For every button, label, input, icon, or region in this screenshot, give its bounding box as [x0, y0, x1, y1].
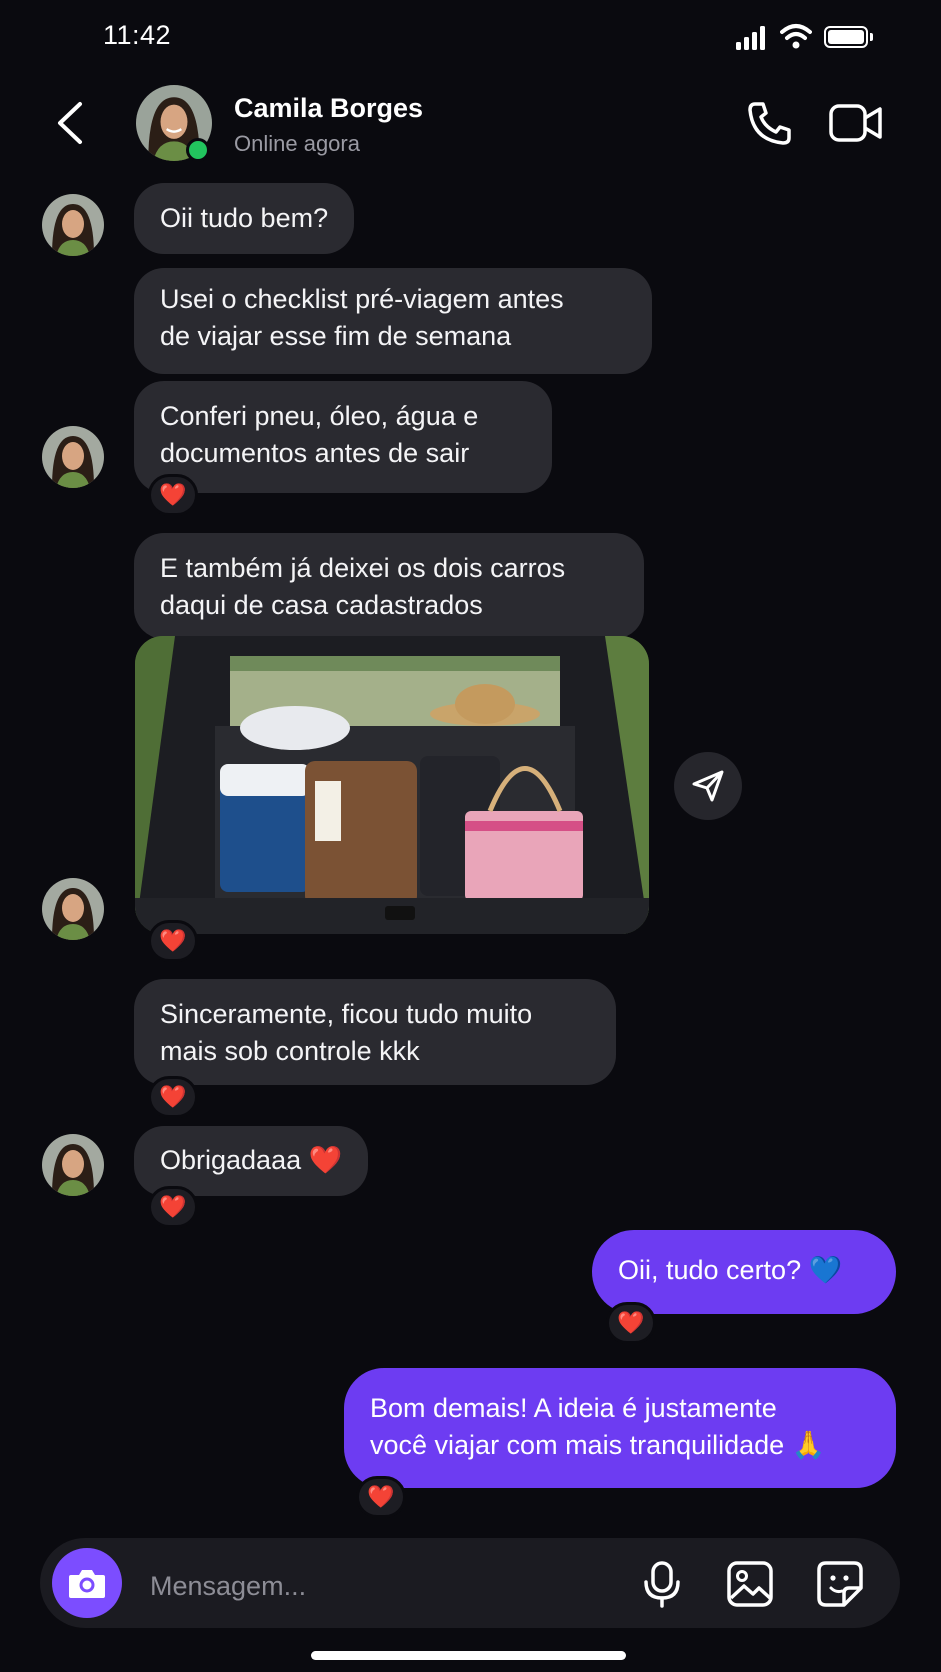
back-chevron-icon[interactable]	[52, 98, 88, 148]
sticker-icon[interactable]	[816, 1560, 864, 1608]
reaction-emoji: ❤️	[159, 1084, 187, 1109]
message-bubble-incoming[interactable]: Oii tudo bem?	[134, 183, 355, 254]
contact-name[interactable]: Camila Borges	[234, 93, 423, 124]
message-bubble-incoming[interactable]: Conferi pneu, óleo, água e documentos an…	[134, 381, 552, 493]
signal-icon	[736, 26, 766, 50]
sender-avatar[interactable]	[42, 194, 104, 256]
reaction-badge[interactable]: ❤️	[606, 1302, 656, 1344]
gallery-icon[interactable]	[726, 1560, 774, 1608]
battery-icon	[824, 26, 868, 48]
wifi-icon	[780, 24, 812, 49]
car-trunk-image	[135, 636, 649, 934]
sender-avatar[interactable]	[42, 426, 104, 488]
message-photo[interactable]	[135, 636, 649, 934]
reaction-emoji: ❤️	[617, 1310, 645, 1335]
message-bubble-outgoing[interactable]: Bom demais! A ideia é justamente você vi…	[344, 1368, 896, 1488]
sender-avatar[interactable]	[42, 878, 104, 940]
reaction-emoji: ❤️	[159, 928, 187, 953]
message-bubble-incoming[interactable]: Sinceramente, ficou tudo muito mais sob …	[134, 979, 616, 1085]
status-time: 11:42	[103, 20, 172, 50]
microphone-icon[interactable]	[640, 1560, 684, 1608]
reaction-badge[interactable]: ❤️	[148, 1186, 198, 1228]
battery-cap	[870, 33, 873, 41]
phone-icon[interactable]	[745, 98, 795, 148]
message-input[interactable]	[150, 1568, 610, 1604]
avatar-image	[42, 194, 104, 256]
contact-status: Online agora	[234, 131, 360, 156]
message-bubble-incoming[interactable]: Usei o checklist pré-viagem antes de via…	[134, 268, 652, 374]
send-icon	[692, 770, 724, 802]
sender-avatar[interactable]	[42, 1134, 104, 1196]
camera-icon	[69, 1570, 105, 1598]
home-indicator[interactable]	[311, 1651, 626, 1660]
reaction-badge[interactable]: ❤️	[148, 920, 198, 962]
reaction-emoji: ❤️	[159, 482, 187, 507]
video-camera-icon[interactable]	[828, 100, 884, 146]
reaction-emoji: ❤️	[159, 1194, 187, 1219]
avatar-image	[42, 426, 104, 488]
share-button[interactable]	[674, 752, 742, 820]
reaction-emoji: ❤️	[367, 1484, 395, 1509]
reaction-badge[interactable]: ❤️	[148, 474, 198, 516]
avatar-image	[42, 1134, 104, 1196]
online-indicator	[186, 138, 210, 162]
reaction-badge[interactable]: ❤️	[148, 1076, 198, 1118]
reaction-badge[interactable]: ❤️	[356, 1476, 406, 1518]
message-bubble-incoming[interactable]: E também já deixei os dois carros daqui …	[134, 533, 644, 639]
camera-button[interactable]	[52, 1548, 122, 1618]
avatar-image	[42, 878, 104, 940]
